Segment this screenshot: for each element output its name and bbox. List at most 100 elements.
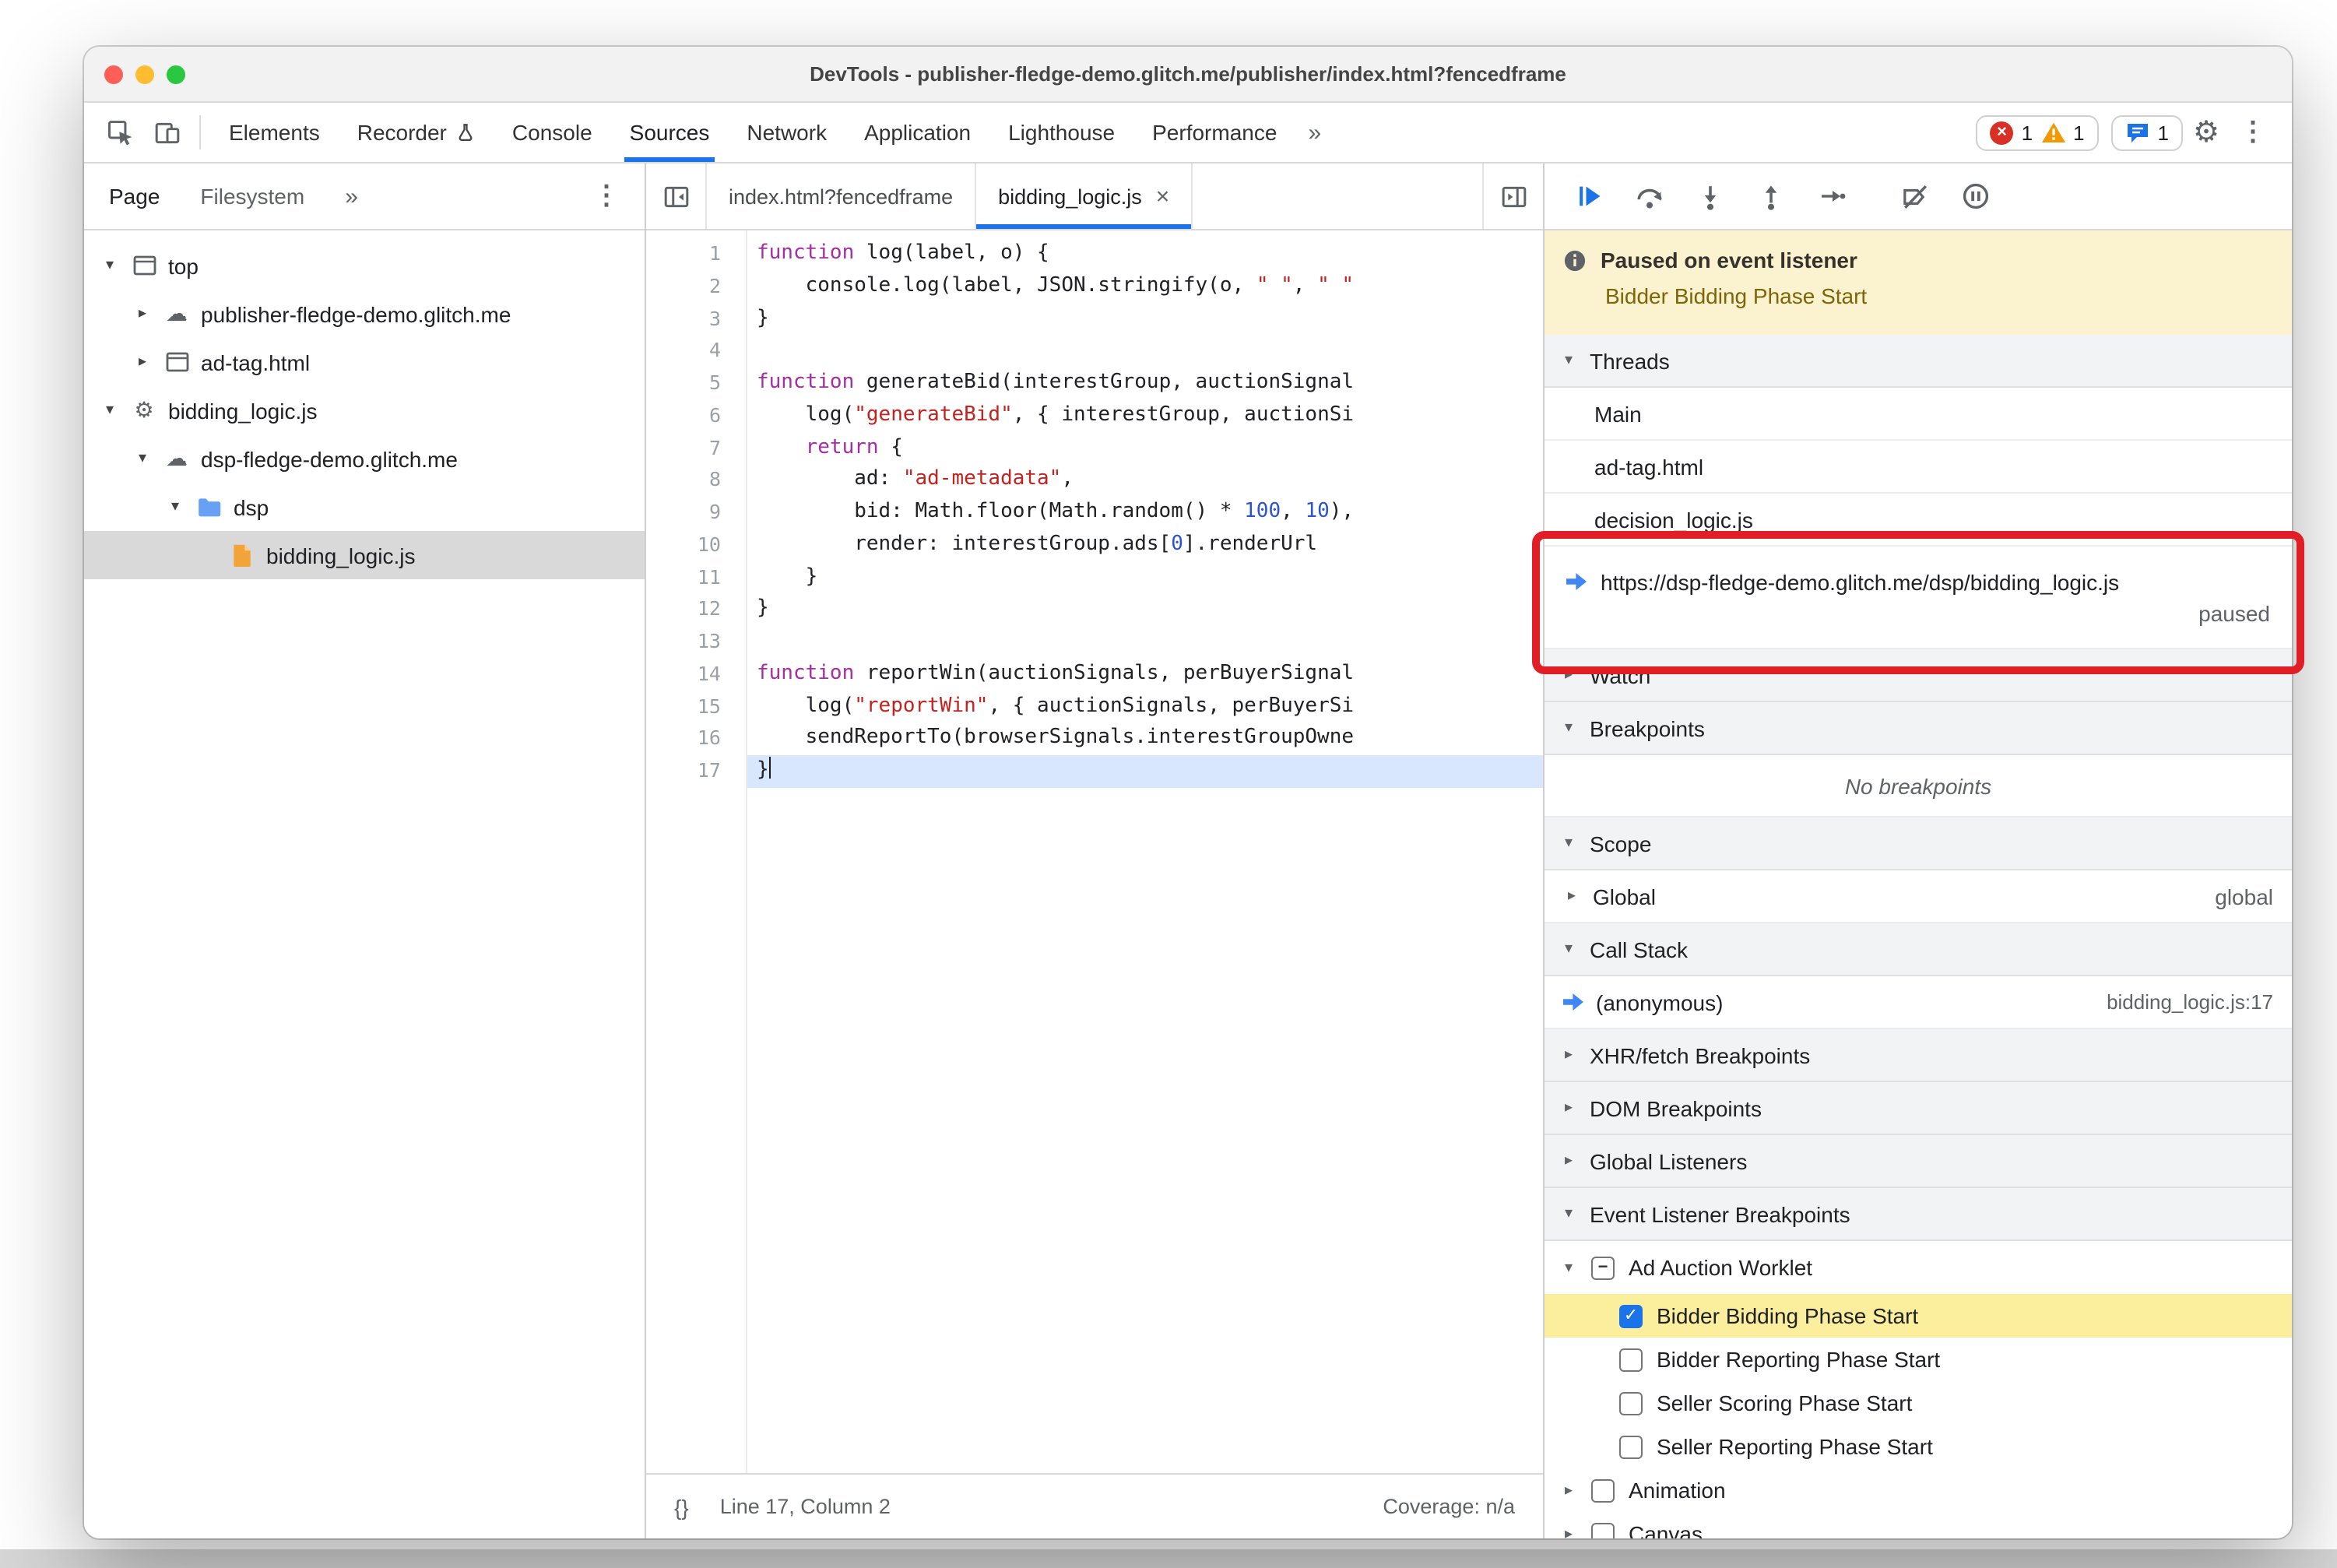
tab-sources[interactable]: Sources [611,103,729,162]
tree-expanded-icon[interactable]: ▾ [100,257,120,274]
breakpoint-item-bidder-reporting-phase-start[interactable]: Bidder Reporting Phase Start [1545,1338,2292,1381]
tree-item-dsp[interactable]: ▾ dsp [84,483,645,531]
breakpoint-group-canvas[interactable]: ▸ Canvas [1545,1512,2292,1538]
issues-badge[interactable]: 1 [2110,114,2183,150]
section-breakpoints[interactable]: ▾ Breakpoints [1545,702,2292,755]
tree-item-top[interactable]: ▾ top [84,241,645,290]
section-call-stack[interactable]: ▾ Call Stack [1545,923,2292,976]
line-number[interactable]: 17 [646,755,746,788]
main-kebab-menu-icon[interactable]: ⋮ [2230,109,2276,156]
line-number[interactable]: 1 [646,238,746,271]
code-text: } [757,596,769,621]
tab-recorder[interactable]: Recorder [339,103,494,162]
tree-item-ad-tag-html[interactable]: ▸ ad-tag.html [84,338,645,386]
breakpoint-group-ad-auction-worklet[interactable]: ▾ − Ad Auction Worklet [1545,1241,2292,1294]
checkbox-unchecked[interactable] [1619,1348,1643,1371]
breakpoint-item-seller-scoring-phase-start[interactable]: Seller Scoring Phase Start [1545,1381,2292,1425]
line-number[interactable]: 11 [646,561,746,594]
step-icon[interactable] [1806,173,1857,220]
tab-elements[interactable]: Elements [210,103,339,162]
checkbox-unchecked[interactable] [1591,1522,1615,1538]
breakpoint-group-animation[interactable]: ▸ Animation [1545,1468,2292,1512]
pause-on-exceptions-icon[interactable] [1949,173,2001,220]
resume-icon[interactable] [1563,173,1615,220]
call-stack-frame[interactable]: (anonymous) bidding_logic.js:17 [1545,976,2292,1029]
line-number[interactable]: 8 [646,465,746,497]
more-panels-button[interactable]: » [1295,119,1334,146]
section-global-listeners[interactable]: ▸ Global Listeners [1545,1135,2292,1188]
line-number[interactable]: 13 [646,626,746,659]
tab-filesystem[interactable]: Filesystem [200,184,304,209]
thread-ad-tag-html[interactable]: ad-tag.html [1545,441,2292,494]
checkbox-unchecked[interactable] [1619,1391,1643,1415]
editor-more-icon[interactable] [1482,163,1543,229]
minimize-button[interactable] [135,65,154,83]
line-number[interactable]: 16 [646,723,746,756]
device-toolbar-icon[interactable] [143,109,190,156]
step-into-icon[interactable] [1685,173,1736,220]
tab-console[interactable]: Console [494,103,611,162]
inspect-icon[interactable] [97,109,143,156]
section-threads[interactable]: ▾ Threads [1545,335,2292,388]
pretty-print-icon[interactable]: {} [674,1494,689,1519]
tree-expanded-icon[interactable]: ▾ [100,402,120,419]
checkbox-indeterminate[interactable]: − [1591,1256,1615,1279]
group-collapsed-icon[interactable]: ▸ [1560,1525,1577,1538]
section-watch[interactable]: ▸ Watch [1545,649,2292,702]
more-navigator-tabs-button[interactable]: » [345,183,358,209]
line-number[interactable]: 7 [646,432,746,465]
deactivate-breakpoints-icon[interactable] [1889,173,1940,220]
breakpoint-item-bidder-bidding-phase-start[interactable]: ✓ Bidder Bidding Phase Start [1545,1294,2292,1338]
tree-expanded-icon[interactable]: ▾ [165,498,185,515]
file-tab-index-html-fencedframe[interactable]: index.html?fencedframe [707,163,977,229]
section-dom-breakpoints[interactable]: ▸ DOM Breakpoints [1545,1082,2292,1135]
tree-collapsed-icon[interactable]: ▸ [132,305,153,322]
toggle-navigator-icon[interactable] [646,163,707,229]
file-tab-bidding-logic-js[interactable]: bidding_logic.js × [976,163,1193,229]
tab-performance[interactable]: Performance [1133,103,1295,162]
settings-gear-icon[interactable]: ⚙ [2183,109,2230,156]
console-message-badges[interactable]: × 1 1 [1976,114,2099,150]
line-number[interactable]: 5 [646,367,746,400]
thread-main[interactable]: Main [1545,388,2292,441]
navigator-kebab-menu-icon[interactable]: ⋮ [593,181,620,212]
scope-row-global[interactable]: ▸ Global global [1545,870,2292,923]
line-number[interactable]: 10 [646,529,746,562]
tree-collapsed-icon[interactable]: ▸ [132,353,153,371]
line-number[interactable]: 3 [646,303,746,336]
tab-lighthouse[interactable]: Lighthouse [989,103,1133,162]
line-number[interactable]: 14 [646,659,746,691]
navigator-tabs: Page Filesystem » ⋮ [84,163,645,230]
group-expanded-icon[interactable]: ▾ [1560,1259,1577,1276]
tab-page[interactable]: Page [109,184,160,209]
zoom-button[interactable] [167,65,185,83]
checkbox-checked[interactable]: ✓ [1619,1304,1643,1327]
tab-application[interactable]: Application [845,103,989,162]
section-event-listener-breakpoints[interactable]: ▾ Event Listener Breakpoints [1545,1188,2292,1241]
thread-https-dsp-fledge-demo-glitch-me-dsp-bidding-logic-js[interactable]: https://dsp-fledge-demo.glitch.me/dsp/bi… [1545,547,2292,649]
group-collapsed-icon[interactable]: ▸ [1560,1482,1577,1499]
tree-item-bidding-logic-js[interactable]: bidding_logic.js [84,531,645,579]
line-number[interactable]: 12 [646,594,746,627]
section-scope[interactable]: ▾ Scope [1545,817,2292,870]
close-tab-icon[interactable]: × [1156,183,1170,209]
checkbox-unchecked[interactable] [1591,1478,1615,1502]
step-out-icon[interactable] [1745,173,1797,220]
line-number[interactable]: 2 [646,271,746,304]
line-number[interactable]: 4 [646,336,746,368]
line-number[interactable]: 15 [646,691,746,723]
tree-item-dsp-fledge-demo-glitch-me[interactable]: ▾ ☁ dsp-fledge-demo.glitch.me [84,434,645,483]
code-editor[interactable]: 1 function log(label, o) {2 console.log(l… [646,230,1543,1473]
checkbox-unchecked[interactable] [1619,1435,1643,1458]
tree-item-publisher-fledge-demo-glitch-me[interactable]: ▸ ☁ publisher-fledge-demo.glitch.me [84,290,645,338]
close-button[interactable] [104,65,123,83]
tab-network[interactable]: Network [728,103,845,162]
thread-decision-logic-js[interactable]: decision_logic.js [1545,494,2292,547]
line-number[interactable]: 6 [646,400,746,433]
step-over-icon[interactable] [1624,173,1675,220]
section-xhr-breakpoints[interactable]: ▸ XHR/fetch Breakpoints [1545,1029,2292,1082]
tree-item-bidding-logic-js[interactable]: ▾ ⚙ bidding_logic.js [84,386,645,434]
line-number[interactable]: 9 [646,497,746,529]
breakpoint-item-seller-reporting-phase-start[interactable]: Seller Reporting Phase Start [1545,1425,2292,1468]
tree-expanded-icon[interactable]: ▾ [132,450,153,467]
